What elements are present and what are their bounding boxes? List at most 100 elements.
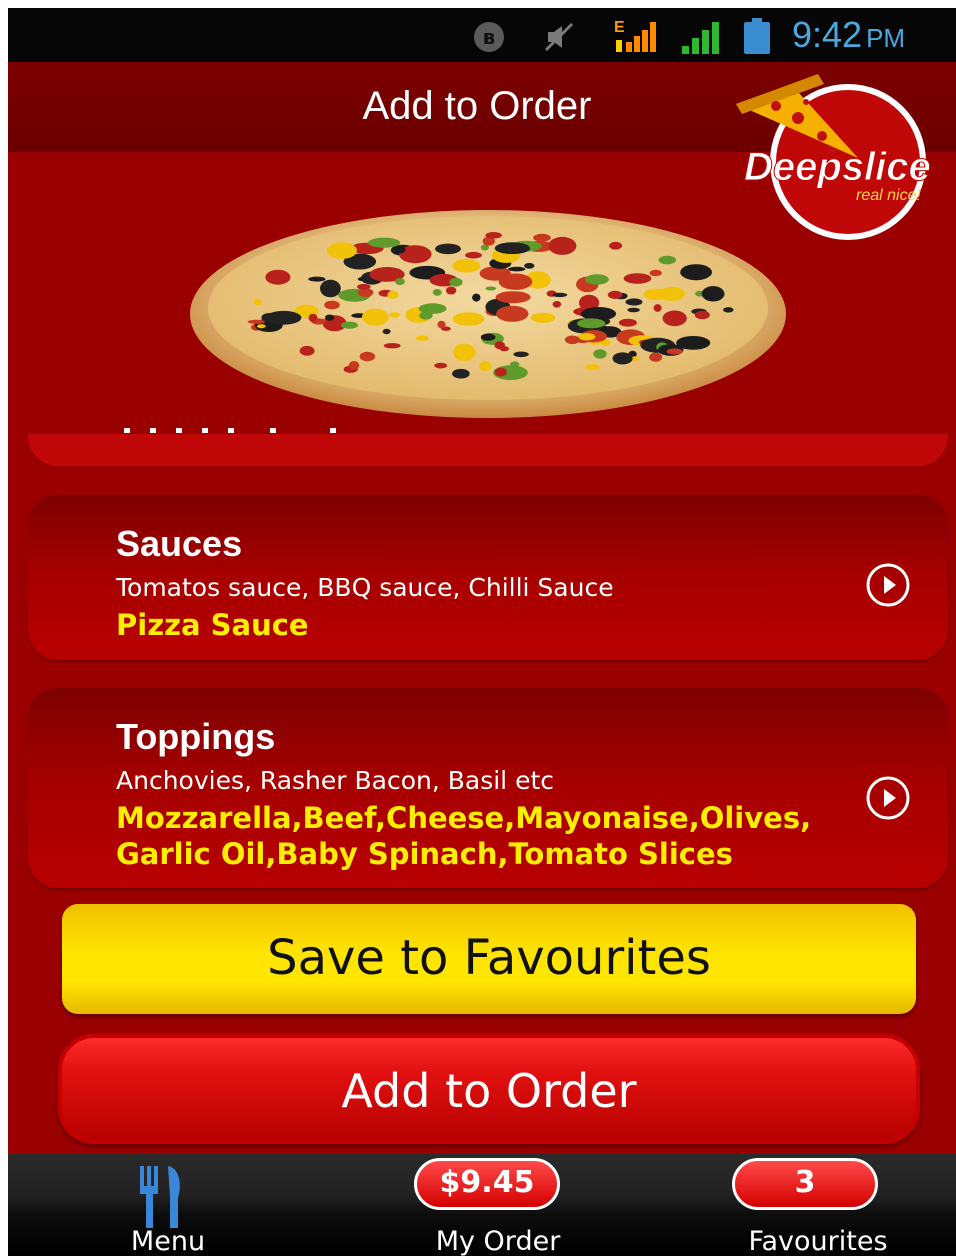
pizza-topping — [625, 298, 643, 306]
pizza-topping — [465, 251, 482, 259]
sauces-option-card[interactable]: Sauces Tomatos sauce, BBQ sauce, Chilli … — [28, 495, 948, 660]
option-selected: Pizza Sauce — [116, 608, 309, 642]
pizza-topping — [437, 320, 446, 329]
pizza-topping — [419, 311, 433, 320]
pizza-topping — [452, 312, 485, 326]
pizza-topping — [694, 310, 710, 320]
nav-menu[interactable]: Menu — [68, 1154, 268, 1256]
pizza-topping — [435, 243, 461, 255]
logo-wordmark: Deepslice — [744, 145, 931, 189]
play-arrow-icon[interactable] — [864, 774, 912, 822]
pizza-topping — [348, 361, 360, 370]
pizza-topping — [662, 310, 687, 327]
pizza-topping — [585, 364, 600, 371]
pizza-topping — [609, 241, 623, 250]
nav-favourites[interactable]: 3 Favourites — [708, 1154, 928, 1256]
pizza-topping — [247, 319, 265, 324]
pizza-topping — [432, 289, 442, 296]
pizza-topping — [324, 300, 340, 310]
pizza-topping — [494, 242, 531, 255]
pizza-topping — [552, 301, 562, 308]
pizza-topping — [361, 308, 389, 326]
pizza-topping — [480, 333, 496, 341]
network-type-label: E — [614, 19, 625, 36]
pizza-topping — [593, 349, 607, 359]
add-to-order-label: Add to Order — [341, 1064, 637, 1118]
partial-card-text — [124, 428, 336, 433]
pizza-topping — [449, 277, 463, 287]
pizza-topping — [326, 242, 357, 259]
pizza-topping — [485, 232, 503, 239]
pizza-topping — [530, 312, 556, 323]
pizza-topping — [658, 255, 676, 265]
pizza-topping — [359, 351, 376, 362]
pizza-topping — [453, 343, 476, 361]
pizza-topping — [524, 262, 535, 269]
add-to-order-button[interactable]: Add to Order — [58, 1034, 920, 1144]
pizza-topping — [261, 312, 279, 323]
pizza-topping — [494, 341, 506, 350]
toppings-option-card[interactable]: Toppings Anchovies, Rasher Bacon, Basil … — [28, 688, 948, 888]
pizza-topping — [368, 237, 401, 248]
pizza-topping — [649, 269, 662, 277]
order-total-badge: $9.45 — [414, 1158, 560, 1210]
pizza-topping — [340, 321, 358, 329]
option-description: Anchovies, Rasher Bacon, Basil etc — [116, 766, 555, 795]
clock-ampm: PM — [866, 23, 906, 53]
bluetooth-icon: ʙ — [474, 22, 504, 52]
pizza-topping — [666, 348, 683, 355]
pizza-topping — [394, 246, 406, 254]
pizza-topping — [627, 307, 640, 313]
save-to-favourites-button[interactable]: Save to Favourites — [62, 904, 916, 1014]
pizza-topping — [585, 274, 609, 285]
battery-icon — [744, 18, 770, 54]
pizza-topping — [649, 352, 663, 362]
pizza-topping — [552, 292, 568, 298]
option-title: Sauces — [116, 523, 243, 564]
pizza-topping — [325, 314, 335, 321]
pizza-topping — [265, 269, 291, 285]
pizza-topping — [623, 273, 652, 284]
pizza-topping — [653, 304, 662, 312]
pizza-topping — [513, 351, 529, 358]
save-to-favourites-label: Save to Favourites — [267, 930, 711, 986]
favourites-count-badge: 3 — [732, 1158, 878, 1210]
option-selected-line: Garlic Oil,Baby Spinach,Tomato Slices — [116, 837, 733, 871]
pizza-topping — [383, 343, 401, 349]
pizza-topping — [723, 307, 734, 313]
nav-my-order[interactable]: $9.45 My Order — [398, 1154, 598, 1256]
pizza-topping — [612, 352, 633, 365]
pizza-topping — [387, 290, 399, 299]
pizza-topping — [452, 259, 481, 273]
play-arrow-icon[interactable] — [864, 561, 912, 609]
app-screen: ʙ E 9:42 PM Add to Order Deepslice real … — [8, 8, 956, 1256]
fork-knife-icon — [140, 1166, 180, 1228]
option-title: Toppings — [116, 716, 276, 757]
pizza-topping — [510, 361, 520, 367]
pizza-topping — [578, 333, 596, 341]
pizza-topping — [618, 318, 637, 327]
pizza-topping — [452, 368, 470, 379]
pizza-topping — [494, 367, 507, 377]
pizza-topping — [607, 290, 623, 299]
option-card-partial[interactable] — [28, 434, 948, 466]
pizza-topping — [308, 276, 326, 282]
option-description: Tomatos sauce, BBQ sauce, Chilli Sauce — [116, 573, 614, 602]
pizza-topping — [701, 286, 725, 302]
pizza-topping — [389, 312, 400, 318]
nav-my-order-label: My Order — [435, 1226, 561, 1256]
bottom-navigation: Menu $9.45 My Order 3 Favourites — [8, 1154, 956, 1256]
pizza-topping — [580, 307, 617, 321]
pizza-topping — [415, 335, 429, 341]
status-bar: ʙ E 9:42 PM — [8, 8, 956, 62]
clock: 9:42 PM — [792, 14, 905, 56]
pizza-topping — [357, 283, 371, 290]
pizza-topping — [320, 279, 341, 298]
pizza-topping — [498, 273, 533, 290]
pizza-topping — [495, 291, 531, 304]
pizza-topping — [382, 328, 391, 335]
pizza-topping — [680, 264, 712, 281]
signal-icon — [682, 22, 719, 54]
edge-signal-icon: E — [614, 19, 656, 52]
nav-favourites-label: Favourites — [748, 1226, 888, 1256]
